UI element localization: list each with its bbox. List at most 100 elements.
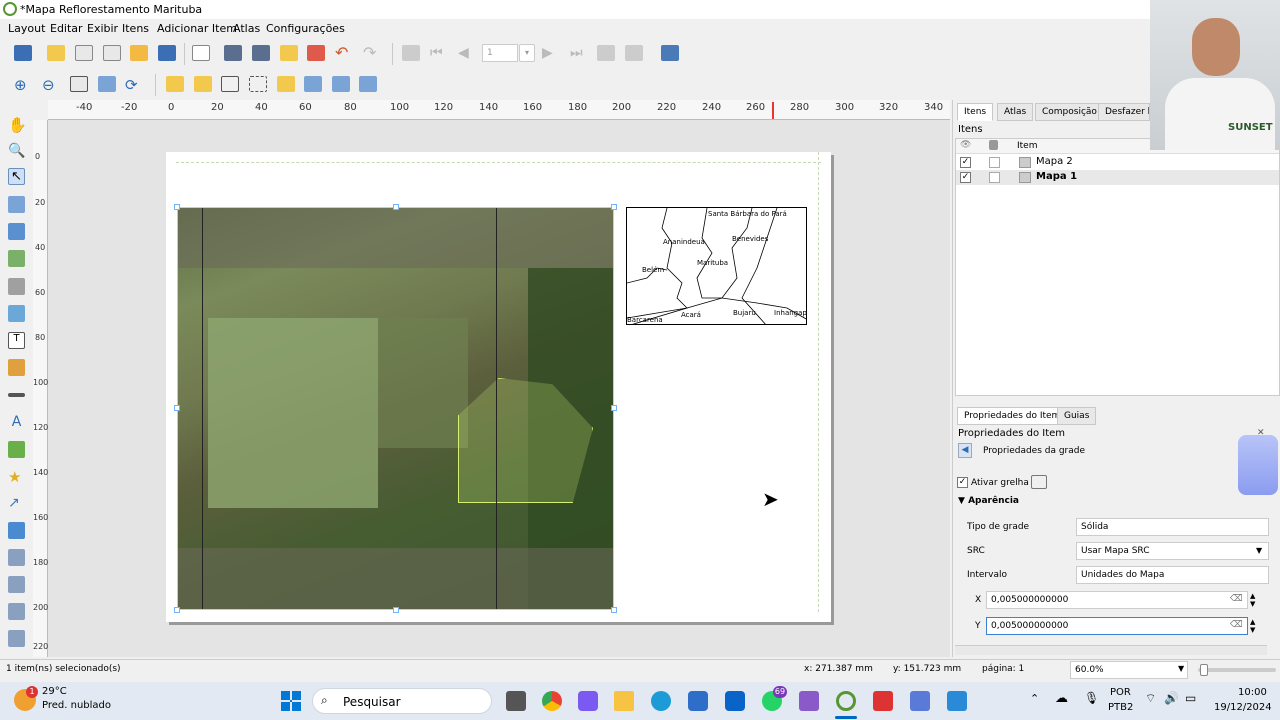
add-map-icon[interactable] bbox=[8, 250, 25, 267]
pan-hand-icon[interactable]: ✋ bbox=[8, 116, 27, 134]
clock-time[interactable]: 10:00 bbox=[1238, 687, 1267, 698]
zoom-slider[interactable] bbox=[1198, 668, 1276, 672]
zoom-full-icon[interactable] bbox=[98, 76, 116, 92]
edit-nodes-icon[interactable] bbox=[8, 223, 25, 240]
distribute-icon[interactable] bbox=[332, 76, 350, 92]
qgis-taskbar-icon[interactable] bbox=[836, 691, 856, 711]
tab-atlas[interactable]: Atlas bbox=[997, 103, 1034, 121]
outlook-icon[interactable] bbox=[725, 691, 745, 711]
print-icon[interactable] bbox=[224, 45, 242, 61]
file-explorer-icon[interactable] bbox=[614, 691, 634, 711]
zoom-100-icon[interactable] bbox=[70, 76, 88, 92]
task-view-icon[interactable] bbox=[506, 691, 526, 711]
tab-composicao[interactable]: Composição bbox=[1035, 103, 1104, 121]
refresh-icon[interactable]: ⟳ bbox=[125, 76, 143, 94]
selection-handle[interactable] bbox=[611, 607, 617, 613]
menu-itens[interactable]: Itens bbox=[122, 22, 149, 35]
resize-icon[interactable] bbox=[359, 76, 377, 92]
export-image-icon[interactable] bbox=[252, 45, 270, 61]
export-pdf-icon[interactable] bbox=[307, 45, 325, 61]
add-picture-icon[interactable] bbox=[8, 305, 25, 322]
visibility-checkbox[interactable]: ✓ bbox=[960, 157, 971, 168]
redo-icon[interactable]: ↷ bbox=[363, 45, 381, 61]
zoom-in-icon[interactable]: ⊕ bbox=[14, 76, 32, 94]
store-icon[interactable] bbox=[688, 691, 708, 711]
first-feature-icon[interactable]: ⏮ bbox=[430, 45, 448, 61]
new-layout-icon[interactable] bbox=[47, 45, 65, 61]
print-atlas-icon[interactable] bbox=[597, 45, 615, 61]
x-interval-input[interactable]: 0,005000000000 bbox=[986, 591, 1248, 609]
list-item-mapa-2[interactable]: ✓ Mapa 2 bbox=[956, 155, 1279, 170]
selection-handle[interactable] bbox=[611, 204, 617, 210]
menu-editar[interactable]: Editar bbox=[50, 22, 83, 35]
onedrive-icon[interactable]: ☁ bbox=[1055, 691, 1068, 706]
language-indicator[interactable]: POR bbox=[1110, 687, 1131, 698]
volume-icon[interactable]: 🔊 bbox=[1164, 691, 1179, 705]
enable-grid-checkbox[interactable]: ✓ bbox=[957, 477, 968, 488]
ungroup-icon[interactable] bbox=[249, 76, 267, 92]
menu-adicionar-item[interactable]: Adicionar Item bbox=[157, 22, 237, 35]
crs-select[interactable]: Usar Mapa SRC bbox=[1076, 542, 1269, 560]
copilot-icon[interactable] bbox=[578, 691, 598, 711]
add-marker-icon[interactable]: ★ bbox=[8, 468, 25, 486]
add-elevation-profile-icon[interactable] bbox=[8, 630, 25, 647]
taskbar-search[interactable]: ⌕ Pesquisar bbox=[312, 688, 492, 714]
appearance-section[interactable]: ▼ Aparência bbox=[958, 496, 1019, 506]
atlas-preview-icon[interactable] bbox=[402, 45, 420, 61]
y-interval-input[interactable]: 0,005000000000 bbox=[986, 617, 1248, 635]
selection-handle[interactable] bbox=[174, 204, 180, 210]
menu-layout[interactable]: Layout bbox=[8, 22, 45, 35]
selection-handle[interactable] bbox=[174, 405, 180, 411]
atlas-settings-icon[interactable] bbox=[661, 45, 679, 61]
move-content-icon[interactable] bbox=[8, 196, 25, 213]
selection-handle[interactable] bbox=[393, 607, 399, 613]
save-icon[interactable] bbox=[14, 45, 32, 61]
add-polyline-icon[interactable] bbox=[8, 522, 25, 539]
chevron-down-icon[interactable]: ▼ bbox=[1178, 664, 1184, 673]
selection-handle[interactable] bbox=[393, 204, 399, 210]
menu-atlas[interactable]: Atlas bbox=[233, 22, 260, 35]
tab-desfazer-historico[interactable]: Desfazer his bbox=[1098, 103, 1150, 121]
duplicate-layout-icon[interactable] bbox=[75, 45, 93, 61]
tab-propriedades-do-item[interactable]: Propriedades do Item bbox=[957, 407, 1068, 425]
last-feature-icon[interactable]: ⏭ bbox=[570, 45, 588, 61]
unlock-items-icon[interactable] bbox=[194, 76, 212, 92]
add-3d-map-icon[interactable] bbox=[8, 278, 25, 295]
add-scalebar-icon[interactable] bbox=[8, 393, 25, 397]
data-defined-override-icon[interactable] bbox=[1031, 475, 1047, 489]
zoom-out-icon[interactable]: ⊖ bbox=[42, 76, 60, 94]
atlas-page-input[interactable]: 1 bbox=[482, 44, 518, 62]
lock-checkbox[interactable] bbox=[989, 172, 1000, 183]
select-move-icon[interactable]: ↖ bbox=[8, 168, 25, 185]
add-label-icon[interactable]: T bbox=[8, 332, 25, 349]
back-arrow-icon[interactable]: ◀ bbox=[958, 443, 972, 458]
export-svg-icon[interactable] bbox=[280, 45, 298, 61]
floating-assistant-icon[interactable] bbox=[1238, 435, 1278, 495]
undo-icon[interactable]: ↶ bbox=[335, 45, 353, 61]
map-item-mapa-2[interactable]: Santa Bárbara do Pará Ananindeua Benevid… bbox=[626, 207, 807, 325]
add-arrow-icon[interactable]: ↗ bbox=[8, 495, 25, 512]
grid-type-select[interactable]: Sólida bbox=[1076, 518, 1269, 536]
add-fixed-table-icon[interactable] bbox=[8, 603, 25, 620]
selection-handle[interactable] bbox=[611, 405, 617, 411]
wifi-icon[interactable]: ⌔ bbox=[1145, 691, 1156, 706]
add-shape-icon[interactable] bbox=[8, 441, 25, 458]
raise-item-icon[interactable] bbox=[277, 76, 295, 92]
media-icon[interactable] bbox=[799, 691, 819, 711]
zoom-slider-handle[interactable] bbox=[1200, 664, 1208, 676]
next-feature-icon[interactable]: ▶ bbox=[542, 45, 560, 61]
align-left-icon[interactable] bbox=[304, 76, 322, 92]
interval-select[interactable]: Unidades do Mapa bbox=[1076, 566, 1269, 584]
tab-guias[interactable]: Guias bbox=[1057, 407, 1097, 425]
selection-handle[interactable] bbox=[174, 607, 180, 613]
clock-date[interactable]: 19/12/2024 bbox=[1214, 702, 1272, 713]
zoom-tool-icon[interactable]: 🔍 bbox=[8, 143, 25, 160]
chevron-up-icon[interactable]: ⌃ bbox=[1030, 692, 1039, 705]
add-north-arrow-icon[interactable]: A bbox=[8, 414, 25, 431]
add-html-icon[interactable] bbox=[8, 549, 25, 566]
lock-checkbox[interactable] bbox=[989, 157, 1000, 168]
previous-feature-icon[interactable]: ◀ bbox=[458, 45, 476, 61]
microphone-icon[interactable]: 🎙 bbox=[1084, 691, 1099, 705]
horizontal-scrollbar[interactable] bbox=[955, 645, 1267, 655]
group-icon[interactable] bbox=[221, 76, 239, 92]
